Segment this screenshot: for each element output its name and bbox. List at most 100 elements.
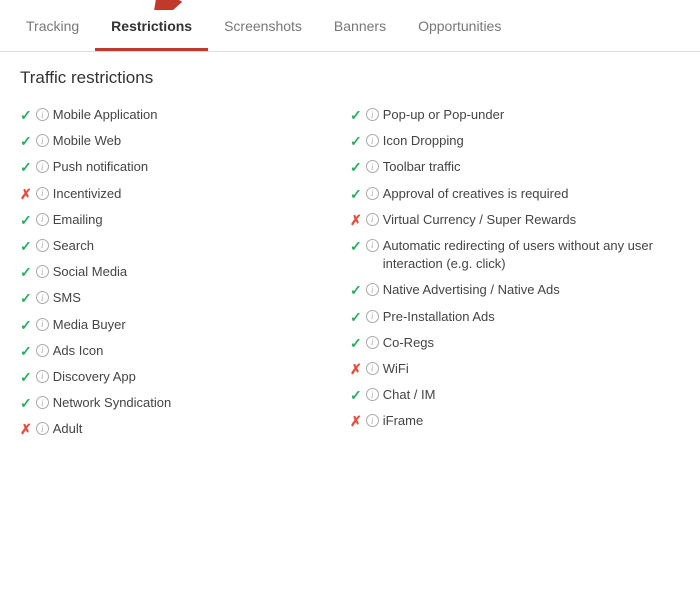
tabs-bar: Tracking Restrictions Screenshots Banner… [0,0,700,52]
list-item: ✓ i Network Syndication [20,390,350,416]
info-icon[interactable]: i [36,160,49,173]
list-item: ✗ i Adult [20,416,350,442]
list-item: ✗ i Virtual Currency / Super Rewards [350,207,680,233]
info-icon[interactable]: i [36,370,49,383]
list-item: ✓ i Toolbar traffic [350,154,680,180]
item-label: Social Media [53,263,350,281]
list-item: ✓ i Ads Icon [20,338,350,364]
list-item: ✓ i Mobile Web [20,128,350,154]
cross-icon: ✗ [350,361,362,378]
info-icon[interactable]: i [366,310,379,323]
list-item: ✓iSMS [20,285,350,311]
check-icon: ✓ [350,159,362,176]
left-column: ✓iMobile Application✓iMobile Web✓iPush n… [20,102,350,442]
info-icon[interactable]: i [366,239,379,252]
info-icon[interactable]: i [36,396,49,409]
cross-icon: ✗ [350,212,362,229]
cross-icon: ✗ [20,186,32,203]
item-label: SMS [53,289,350,307]
list-item: ✓ i Media Buyer [20,312,350,338]
info-icon[interactable]: i [366,160,379,173]
list-item: ✓ i Approval of creatives is required [350,181,680,207]
item-label: iFrame [383,412,680,430]
item-label: Discovery App [53,368,350,386]
info-icon[interactable]: i [366,336,379,349]
list-item: ✓ i Automatic redirecting of users without… [350,233,680,277]
check-icon: ✓ [20,264,32,281]
info-icon[interactable]: i [36,344,49,357]
list-item: ✓ i Mobile Application [20,102,350,128]
check-icon: ✓ [350,107,362,124]
tab-restrictions[interactable]: Restrictions [95,0,208,51]
item-label: Pop-up or Pop-under [383,106,680,124]
cross-icon: ✗ [350,413,362,430]
item-label: Toolbar traffic [383,158,680,176]
info-icon[interactable]: i [366,414,379,427]
check-icon: ✓ [350,133,362,150]
check-icon: ✓ [20,317,32,334]
item-label: Media Buyer [53,316,350,334]
list-item: ✓ i Co-Regs [350,330,680,356]
item-label: Mobile Web [53,132,350,150]
check-icon: ✓ [20,212,32,229]
check-icon: ✓ [350,309,362,326]
list-item: ✓iEmailing [20,207,350,233]
check-icon: ✓ [20,107,32,124]
tab-banners[interactable]: Banners [318,0,402,51]
item-label: Approval of creatives is required [383,185,680,203]
info-icon[interactable]: i [366,213,379,226]
item-label: Network Syndication [53,394,350,412]
item-label: Automatic redirecting of users without a… [383,237,680,273]
restrictions-grid: ✓iMobile Application✓iMobile Web✓iPush n… [20,102,680,442]
list-item: ✓ i Icon Dropping [350,128,680,154]
list-item: ✗ i Incentivized [20,181,350,207]
list-item: ✓ i Pop-up or Pop-under [350,102,680,128]
tab-screenshots[interactable]: Screenshots [208,0,318,51]
item-label: Incentivized [53,185,350,203]
item-label: Chat / IM [383,386,680,404]
list-item: ✓iChat / IM [350,382,680,408]
check-icon: ✓ [350,186,362,203]
check-icon: ✓ [350,238,362,255]
tab-opportunities[interactable]: Opportunities [402,0,517,51]
list-item: ✓ i Native Advertising / Native Ads [350,277,680,303]
info-icon[interactable]: i [366,108,379,121]
item-label: WiFi [383,360,680,378]
tab-tracking[interactable]: Tracking [10,0,95,51]
item-label: Virtual Currency / Super Rewards [383,211,680,229]
list-item: ✓ i Pre-Installation Ads [350,304,680,330]
info-icon[interactable]: i [366,388,379,401]
check-icon: ✓ [350,282,362,299]
check-icon: ✓ [20,343,32,360]
info-icon[interactable]: i [36,265,49,278]
check-icon: ✓ [20,395,32,412]
info-icon[interactable]: i [36,187,49,200]
info-icon[interactable]: i [366,187,379,200]
info-icon[interactable]: i [366,283,379,296]
content-area: Traffic restrictions ✓iMobile Applicatio… [0,52,700,458]
check-icon: ✓ [350,335,362,352]
item-label: Pre-Installation Ads [383,308,680,326]
info-icon[interactable]: i [36,291,49,304]
info-icon[interactable]: i [36,318,49,331]
info-icon[interactable]: i [36,134,49,147]
info-icon[interactable]: i [366,134,379,147]
list-item: ✗ iiFrame [350,408,680,434]
info-icon[interactable]: i [36,422,49,435]
cross-icon: ✗ [20,421,32,438]
list-item: ✗ i WiFi [350,356,680,382]
item-label: Mobile Application [53,106,350,124]
info-icon[interactable]: i [366,362,379,375]
info-icon[interactable]: i [36,108,49,121]
right-column: ✓ i Pop-up or Pop-under ✓ i Icon Dropping ✓ i To… [350,102,680,442]
list-item: ✓iSearch [20,233,350,259]
item-label: Icon Dropping [383,132,680,150]
item-label: Native Advertising / Native Ads [383,281,680,299]
item-label: Co-Regs [383,334,680,352]
info-icon[interactable]: i [36,239,49,252]
item-label: Ads Icon [53,342,350,360]
item-label: Adult [53,420,350,438]
check-icon: ✓ [20,133,32,150]
list-item: ✓ i Social Media [20,259,350,285]
info-icon[interactable]: i [36,213,49,226]
